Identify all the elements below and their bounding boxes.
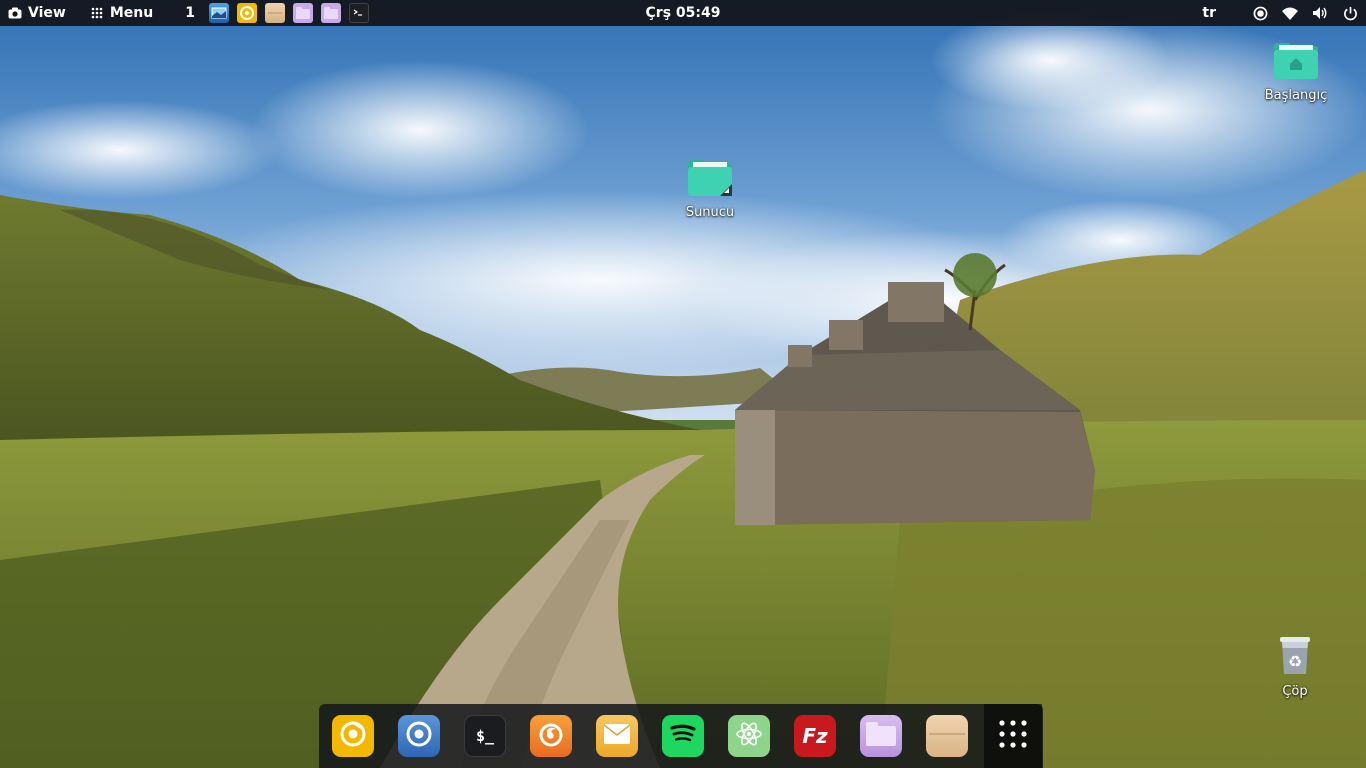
files-icon[interactable]	[264, 3, 285, 23]
folder-icon	[865, 721, 897, 751]
dock-terminal[interactable]: $_	[464, 715, 506, 757]
spotify-icon	[669, 724, 697, 748]
dock-files[interactable]	[926, 715, 968, 757]
desktop-icon-cop[interactable]: ♻ Çöp	[1250, 634, 1340, 699]
app-grid-button[interactable]	[984, 704, 1042, 768]
menu-label: Menu	[109, 5, 154, 21]
desktop-icon-baslangic[interactable]: Başlangıç	[1251, 40, 1341, 103]
wifi-icon[interactable]	[1282, 5, 1298, 21]
files-icon	[929, 719, 965, 753]
clock-area: Çrş 05:49	[0, 5, 1366, 21]
desktop-icon-sunucu[interactable]: Sunucu	[665, 157, 755, 220]
folder-icon[interactable]	[320, 3, 341, 23]
desktop-icon-label: Başlangıç	[1264, 88, 1328, 103]
folder-icon[interactable]	[292, 3, 313, 23]
filezilla-icon: Fz	[802, 724, 828, 748]
view-button[interactable]: View	[0, 0, 74, 26]
camera-icon	[8, 6, 22, 20]
dock-chromium[interactable]	[398, 715, 440, 757]
keyboard-layout-indicator[interactable]: tr	[1202, 5, 1216, 21]
power-icon[interactable]	[1342, 5, 1358, 21]
chromium-icon	[404, 719, 434, 753]
chrome-icon[interactable]	[236, 3, 257, 23]
mail-icon	[603, 723, 631, 749]
chrome-icon	[338, 719, 368, 753]
dock-atom[interactable]	[728, 715, 770, 757]
workspace-indicator[interactable]: 1	[181, 5, 199, 21]
clock[interactable]: Çrş 05:49	[646, 5, 721, 21]
dock-spotify[interactable]	[662, 715, 704, 757]
dock-firefox[interactable]	[530, 715, 572, 757]
terminal-icon: $_	[475, 727, 495, 745]
home-folder-icon	[1251, 40, 1341, 84]
app-grid-icon	[998, 719, 1028, 753]
dock-folder[interactable]	[860, 715, 902, 757]
view-label: View	[28, 5, 66, 21]
desktop-icon-label: Sunucu	[685, 205, 735, 220]
dock-filezilla[interactable]: Fz	[794, 715, 836, 757]
dock-chrome[interactable]	[332, 715, 374, 757]
screenshot-app-icon[interactable]	[208, 3, 229, 23]
trash-icon: ♻	[1250, 634, 1340, 680]
desktop-wallpaper	[0, 0, 1366, 768]
desktop-icon-label: Çöp	[1282, 684, 1308, 699]
record-icon[interactable]	[1252, 5, 1268, 21]
panel-task-list	[208, 3, 369, 23]
dock-mail[interactable]	[596, 715, 638, 757]
network-folder-icon	[665, 157, 755, 201]
volume-icon[interactable]	[1312, 5, 1328, 21]
top-panel: View Menu 1 Çrş 05:49 tr	[0, 0, 1366, 26]
firefox-icon	[537, 720, 565, 752]
system-tray: tr	[1202, 0, 1358, 26]
grid-icon	[90, 6, 104, 20]
menu-button[interactable]: Menu	[82, 0, 161, 26]
svg-text:♻: ♻	[1288, 652, 1302, 671]
terminal-icon[interactable]	[348, 3, 369, 23]
atom-icon	[734, 719, 764, 753]
dock: $_ Fz	[319, 704, 1043, 768]
